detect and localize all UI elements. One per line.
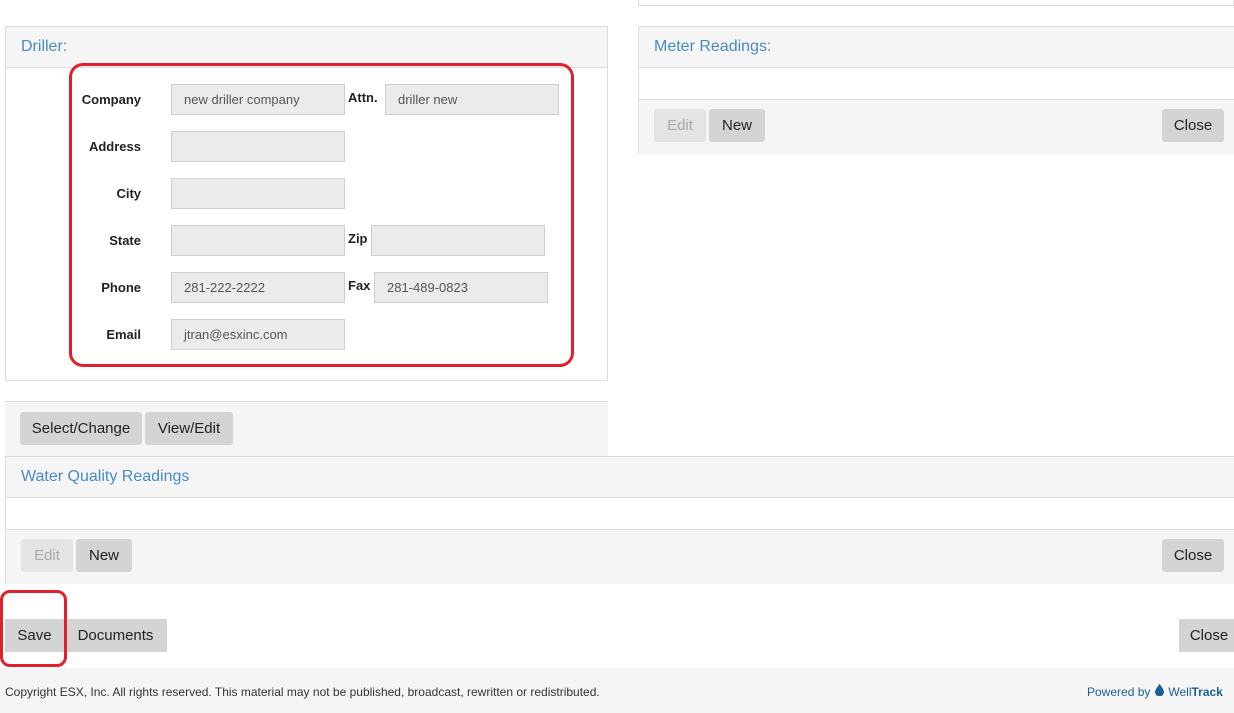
water-quality-footer [6,529,1234,584]
water-quality-title: Water Quality Readings [21,468,190,485]
meter-readings-title: Meter Readings: [654,38,772,55]
brand-logo-prefix: Well [1168,684,1192,699]
water-quality-new-button[interactable]: New [76,539,132,572]
top-divider-left [0,0,608,1]
driller-panel-title: Driller: [21,38,68,55]
meter-readings-header: Meter Readings: [639,27,1234,68]
driller-panel-header: Driller: [6,27,607,68]
documents-button[interactable]: Documents [64,619,167,652]
page-close-button[interactable]: Close [1179,619,1234,652]
water-quality-panel: Water Quality Readings [5,456,1234,584]
form-highlight-outline [69,63,574,367]
meter-edit-button[interactable]: Edit [654,109,706,142]
brand-logo-suffix: Track [1191,684,1223,699]
water-quality-header: Water Quality Readings [6,457,1234,498]
meter-close-button[interactable]: Close [1162,109,1224,142]
view-edit-button[interactable]: View/Edit [145,412,233,445]
select-change-button[interactable]: Select/Change [20,412,142,445]
footer: Copyright ESX, Inc. All rights reserved.… [0,668,1234,713]
water-quality-close-button[interactable]: Close [1162,539,1224,572]
meter-new-button[interactable]: New [709,109,765,142]
copyright-text: Copyright ESX, Inc. All rights reserved.… [5,685,600,699]
brand-logo[interactable]: WellTrack [1168,685,1222,699]
powered-by: Powered by WellTrack [1087,684,1223,699]
water-quality-edit-button[interactable]: Edit [21,539,73,572]
top-panel-bottom-edge [638,0,1234,6]
water-drop-icon [1155,684,1165,699]
save-highlight-outline [0,590,67,667]
powered-by-label: Powered by [1087,684,1151,699]
